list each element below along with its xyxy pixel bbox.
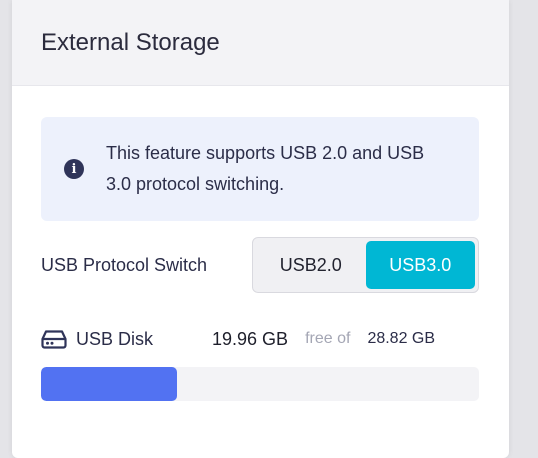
protocol-switch-row: USB Protocol Switch USB2.0 USB3.0 <box>41 237 479 293</box>
protocol-switch-label: USB Protocol Switch <box>41 254 208 275</box>
info-icon: i <box>64 159 84 179</box>
protocol-segmented-control: USB2.0 USB3.0 <box>252 237 479 293</box>
usb3-option-button[interactable]: USB3.0 <box>365 241 475 289</box>
disk-usage-bar <box>41 367 479 401</box>
disk-total-value: 28.82 GB <box>367 330 436 347</box>
free-of-label: free of <box>305 330 351 347</box>
info-text: This feature supports USB 2.0 and USB 3.… <box>106 143 425 194</box>
disk-info-row: USB Disk 19.96 GB free of 28.82 GB <box>41 323 479 355</box>
external-storage-card: External Storage i This feature supports… <box>12 0 509 458</box>
disk-used-value: 19.96 GB <box>212 328 289 349</box>
hard-drive-icon <box>41 329 67 349</box>
usb2-option-button[interactable]: USB2.0 <box>256 241 366 289</box>
disk-label: USB Disk <box>76 328 154 349</box>
page-title: External Storage <box>41 28 220 56</box>
info-banner: i This feature supports USB 2.0 and USB … <box>41 117 479 221</box>
card-header: External Storage <box>12 0 509 86</box>
disk-usage-fill <box>41 367 177 401</box>
